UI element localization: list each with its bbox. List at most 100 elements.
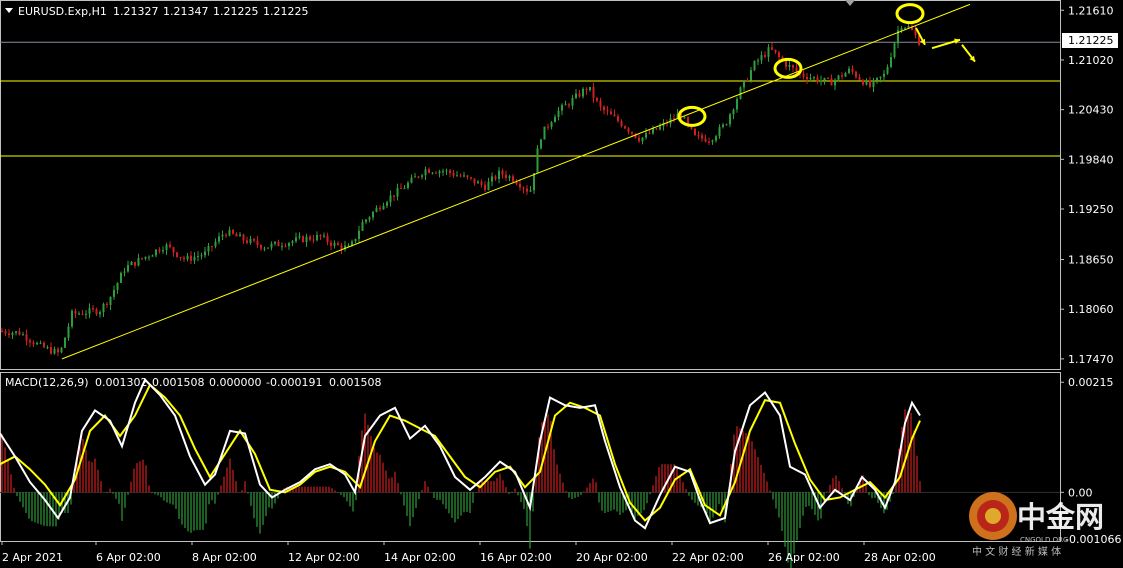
candle-body xyxy=(599,100,602,107)
candle-body xyxy=(529,190,532,192)
candle-body xyxy=(151,255,154,257)
candle-body xyxy=(445,170,448,172)
candle-body xyxy=(613,114,616,117)
candle-body xyxy=(239,234,241,237)
time-tick-label: 12 Apr 02:00 xyxy=(288,551,360,564)
candle-body xyxy=(43,342,45,348)
candle-body xyxy=(837,75,840,80)
annotations xyxy=(677,3,976,127)
candle-body xyxy=(477,181,479,184)
candle-body xyxy=(298,236,301,238)
candle-body xyxy=(848,68,850,73)
candle-body xyxy=(564,104,567,106)
time-tick-label: 26 Apr 02:00 xyxy=(768,551,840,564)
candle-body xyxy=(809,77,812,80)
candle-body xyxy=(214,241,217,247)
candle-body xyxy=(8,333,10,336)
candle-body xyxy=(67,326,70,338)
candle-body xyxy=(323,235,325,237)
macd-value-4: -0.000191 xyxy=(266,376,322,389)
candle-body xyxy=(582,88,584,97)
candle-body xyxy=(92,308,94,310)
candle-body xyxy=(50,347,52,354)
candle-body xyxy=(274,241,276,244)
candle-body xyxy=(302,236,304,243)
candle-body xyxy=(610,111,612,115)
candle-body xyxy=(46,347,49,349)
candle-body xyxy=(606,110,609,112)
candle-body xyxy=(820,80,822,82)
candle-body xyxy=(270,243,273,248)
candle-body xyxy=(449,170,451,174)
candle-body xyxy=(778,52,780,57)
time-tick-label: 2 Apr 2021 xyxy=(2,551,63,564)
time-tick-label: 28 Apr 02:00 xyxy=(864,551,936,564)
candle-body xyxy=(361,221,364,231)
candle-body xyxy=(211,246,213,248)
candle-body xyxy=(60,347,63,353)
macd-value-2: 0.001508 xyxy=(152,376,205,389)
candle-body xyxy=(865,80,868,85)
candle-body xyxy=(95,309,98,315)
candle-body xyxy=(816,77,819,82)
price-tick-label: 1.18650 xyxy=(1068,254,1114,267)
watermark-domain: CNGOLD.ORG xyxy=(1020,536,1068,544)
candle-body xyxy=(487,181,490,190)
candle-body xyxy=(578,93,581,97)
candle-body xyxy=(169,244,171,248)
candle-body xyxy=(813,77,815,79)
candle-body xyxy=(144,256,147,259)
candle-body xyxy=(767,47,770,57)
candle-body xyxy=(396,187,399,197)
time-tick-label: 6 Apr 02:00 xyxy=(96,551,161,564)
candle-body xyxy=(148,256,150,258)
price-tick-label: 1.20430 xyxy=(1068,104,1114,117)
candle-body xyxy=(704,138,707,142)
candle-body xyxy=(869,80,871,88)
candle-body xyxy=(316,234,318,241)
horizontal-levels xyxy=(0,41,1060,157)
candle-body xyxy=(263,248,266,250)
candle-body xyxy=(904,27,906,29)
candle-body xyxy=(872,80,875,88)
main-panel-frame xyxy=(0,0,1061,370)
candle-body xyxy=(36,342,38,345)
candle-body xyxy=(459,175,462,177)
candle-body xyxy=(627,128,630,132)
candle-body xyxy=(358,230,360,239)
candle-body xyxy=(645,132,647,138)
top-marker-icon xyxy=(845,0,855,6)
candle-body xyxy=(284,246,287,248)
ohlc-low: 1.21225 xyxy=(213,5,259,18)
dropdown-triangle-icon[interactable] xyxy=(5,8,13,13)
price-tick-label: 1.21020 xyxy=(1068,54,1114,67)
candle-body xyxy=(589,86,591,91)
candle-body xyxy=(127,265,129,272)
candle-body xyxy=(337,243,339,246)
price-tick-label: 1.21610 xyxy=(1068,4,1114,17)
candle-body xyxy=(638,137,640,142)
candle-body xyxy=(757,60,759,62)
candle-body xyxy=(802,73,805,77)
candle-body xyxy=(697,135,700,137)
candle-body xyxy=(879,76,882,78)
candle-body xyxy=(501,170,504,175)
candle-body xyxy=(106,303,108,305)
candle-body xyxy=(4,331,7,334)
candle-body xyxy=(330,242,332,246)
candle-body xyxy=(393,195,395,197)
candle-body xyxy=(246,240,248,243)
candle-body xyxy=(179,256,182,258)
candle-body xyxy=(190,255,192,261)
price-axis: 1.21610 1.21020 1.20430 1.19840 1.19250 1.186… xyxy=(1060,4,1114,366)
candle-body xyxy=(557,110,560,117)
candle-body xyxy=(659,126,661,130)
macd-histogram xyxy=(0,409,1060,568)
candle-body xyxy=(561,104,563,111)
candle-body xyxy=(764,55,766,57)
watermark-sub: 中 文 财 经 新 媒 体 xyxy=(972,545,1061,558)
time-tick-label: 8 Apr 02:00 xyxy=(192,551,257,564)
candlesticks xyxy=(1,21,920,357)
macd-tick-label: 0.00 xyxy=(1068,486,1093,499)
last-price-label: 1.21225 xyxy=(1068,34,1114,47)
